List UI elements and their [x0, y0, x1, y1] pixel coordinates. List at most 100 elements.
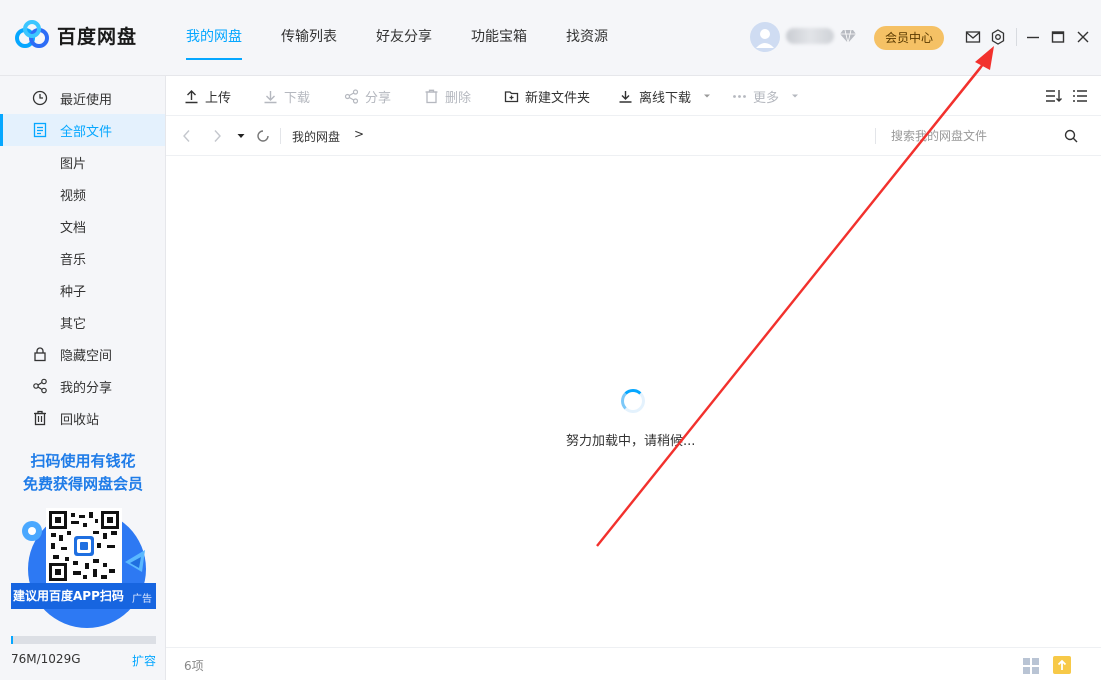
- tab-my-netdisk[interactable]: 我的网盘: [170, 0, 258, 76]
- tab-transfer-list[interactable]: 传输列表: [265, 0, 353, 76]
- mail-icon[interactable]: [965, 30, 981, 44]
- upload-to-top-icon[interactable]: [1052, 655, 1072, 675]
- close-icon[interactable]: [1076, 30, 1090, 44]
- top-bar: 百度网盘 我的网盘 传输列表 好友分享 功能宝箱 找资源 会员中心: [0, 0, 1101, 76]
- clock-icon: [32, 90, 48, 106]
- logo: 百度网盘: [15, 20, 137, 50]
- tab-find-resources[interactable]: 找资源: [550, 0, 624, 76]
- promo-scan-hint-text: 建议用百度APP扫码: [13, 589, 124, 603]
- address-divider: [280, 128, 281, 144]
- list-view-icon[interactable]: [1072, 88, 1088, 104]
- chevron-down-icon[interactable]: [703, 92, 711, 100]
- sidebar: 最近使用 全部文件 图片 视频 文档 音乐 种子 其它 隐藏空间 我的分享 回收…: [0, 76, 166, 680]
- breadcrumb-my-netdisk[interactable]: 我的网盘: [292, 128, 340, 145]
- more-button[interactable]: 更多: [732, 76, 799, 116]
- promo-line-2: 免费获得网盘会员: [22, 475, 143, 493]
- pay-logo-icon: [125, 550, 145, 572]
- document-icon: [33, 122, 47, 138]
- share-button[interactable]: 分享: [344, 76, 391, 116]
- app-window: 百度网盘 我的网盘 传输列表 好友分享 功能宝箱 找资源 会员中心 最近使用 全…: [0, 0, 1101, 680]
- loading-text: 努力加载中，请稍候...: [566, 434, 696, 449]
- vip-diamond-icon[interactable]: [839, 28, 857, 44]
- sidebar-item-label: 我的分享: [60, 380, 113, 396]
- search-input[interactable]: [891, 125, 1056, 147]
- download-label: 下载: [284, 90, 311, 106]
- sidebar-item-label: 最近使用: [60, 92, 113, 108]
- sidebar-item-label: 隐藏空间: [60, 348, 113, 364]
- sidebar-item-recycle-bin[interactable]: 回收站: [0, 402, 165, 434]
- sidebar-item-label: 音乐: [60, 252, 87, 268]
- qr-code-pattern-icon: [49, 511, 119, 581]
- ad-label: 广告: [132, 594, 152, 605]
- share-icon: [344, 88, 359, 104]
- new-folder-label: 新建文件夹: [525, 90, 591, 106]
- upload-button[interactable]: 上传: [184, 76, 231, 116]
- loading-spinner: [621, 389, 645, 413]
- sidebar-item-images[interactable]: 图片: [0, 146, 165, 178]
- sort-icon[interactable]: [1045, 88, 1063, 104]
- logo-text: 百度网盘: [57, 25, 138, 48]
- trash-icon: [34, 410, 46, 426]
- upload-label: 上传: [205, 90, 232, 106]
- share-icon: [33, 378, 47, 394]
- history-dropdown-icon[interactable]: [237, 132, 245, 140]
- header-divider: [1016, 28, 1017, 46]
- avatar-person-icon: [750, 22, 780, 52]
- grid-view-icon[interactable]: [1022, 657, 1040, 675]
- avatar[interactable]: [750, 22, 780, 52]
- back-arrow-icon[interactable]: [182, 129, 192, 143]
- delete-button[interactable]: 删除: [424, 76, 471, 116]
- sidebar-item-music[interactable]: 音乐: [0, 242, 165, 274]
- sidebar-item-other[interactable]: 其它: [0, 306, 165, 338]
- sidebar-item-label: 全部文件: [60, 124, 113, 140]
- sidebar-item-label: 其它: [60, 316, 87, 332]
- lock-icon: [34, 347, 46, 362]
- qr-code[interactable]: [46, 508, 122, 584]
- storage-usage-text: 76M/1029G: [11, 652, 81, 666]
- sidebar-item-videos[interactable]: 视频: [0, 178, 165, 210]
- tab-friend-share[interactable]: 好友分享: [360, 0, 448, 76]
- tab-toolbox[interactable]: 功能宝箱: [455, 0, 543, 76]
- more-label: 更多: [753, 90, 780, 106]
- sidebar-item-label: 文档: [60, 220, 87, 236]
- sidebar-item-documents[interactable]: 文档: [0, 210, 165, 242]
- search-icon[interactable]: [1064, 129, 1078, 143]
- sidebar-item-all-files[interactable]: 全部文件: [0, 114, 165, 146]
- promo-scan-hint[interactable]: 建议用百度APP扫码 广告: [11, 583, 156, 609]
- more-dots-icon: [733, 94, 746, 98]
- settings-icon[interactable]: [990, 29, 1006, 45]
- promo-line-1: 扫码使用有钱花: [30, 452, 136, 470]
- sidebar-item-label: 图片: [60, 156, 87, 172]
- download-icon: [264, 90, 277, 103]
- main-nav: 我的网盘 传输列表 好友分享 功能宝箱 找资源: [170, 0, 631, 76]
- sidebar-item-label: 视频: [60, 188, 87, 204]
- upload-icon: [185, 89, 198, 103]
- offline-download-icon: [619, 90, 632, 103]
- sidebar-item-label: 回收站: [60, 412, 100, 428]
- offline-download-button[interactable]: 离线下载: [618, 76, 711, 116]
- sidebar-item-recent[interactable]: 最近使用: [0, 82, 165, 114]
- new-folder-icon: [504, 90, 519, 102]
- minimize-icon[interactable]: [1026, 30, 1040, 44]
- status-bar: 6项: [166, 647, 1101, 680]
- expand-storage-link[interactable]: 扩容: [132, 652, 156, 669]
- sidebar-item-torrents[interactable]: 种子: [0, 274, 165, 306]
- refresh-icon[interactable]: [256, 129, 270, 143]
- sidebar-item-label: 种子: [60, 284, 87, 300]
- maximize-icon[interactable]: [1051, 30, 1065, 44]
- address-bar: 我的网盘 >: [166, 116, 1101, 156]
- search-divider: [875, 128, 876, 144]
- item-count: 6项: [184, 659, 204, 673]
- trash-icon: [425, 89, 438, 103]
- location-pin-icon: [22, 521, 42, 541]
- username-blurred[interactable]: [786, 28, 834, 44]
- sidebar-item-my-shares[interactable]: 我的分享: [0, 370, 165, 402]
- sidebar-item-hidden-space[interactable]: 隐藏空间: [0, 338, 165, 370]
- storage-usage-bar: [11, 636, 156, 644]
- share-label: 分享: [365, 90, 392, 106]
- forward-arrow-icon[interactable]: [212, 129, 222, 143]
- new-folder-button[interactable]: 新建文件夹: [504, 76, 590, 116]
- download-button[interactable]: 下载: [263, 76, 310, 116]
- chevron-down-icon[interactable]: [791, 92, 799, 100]
- vip-center-button[interactable]: 会员中心: [874, 26, 944, 50]
